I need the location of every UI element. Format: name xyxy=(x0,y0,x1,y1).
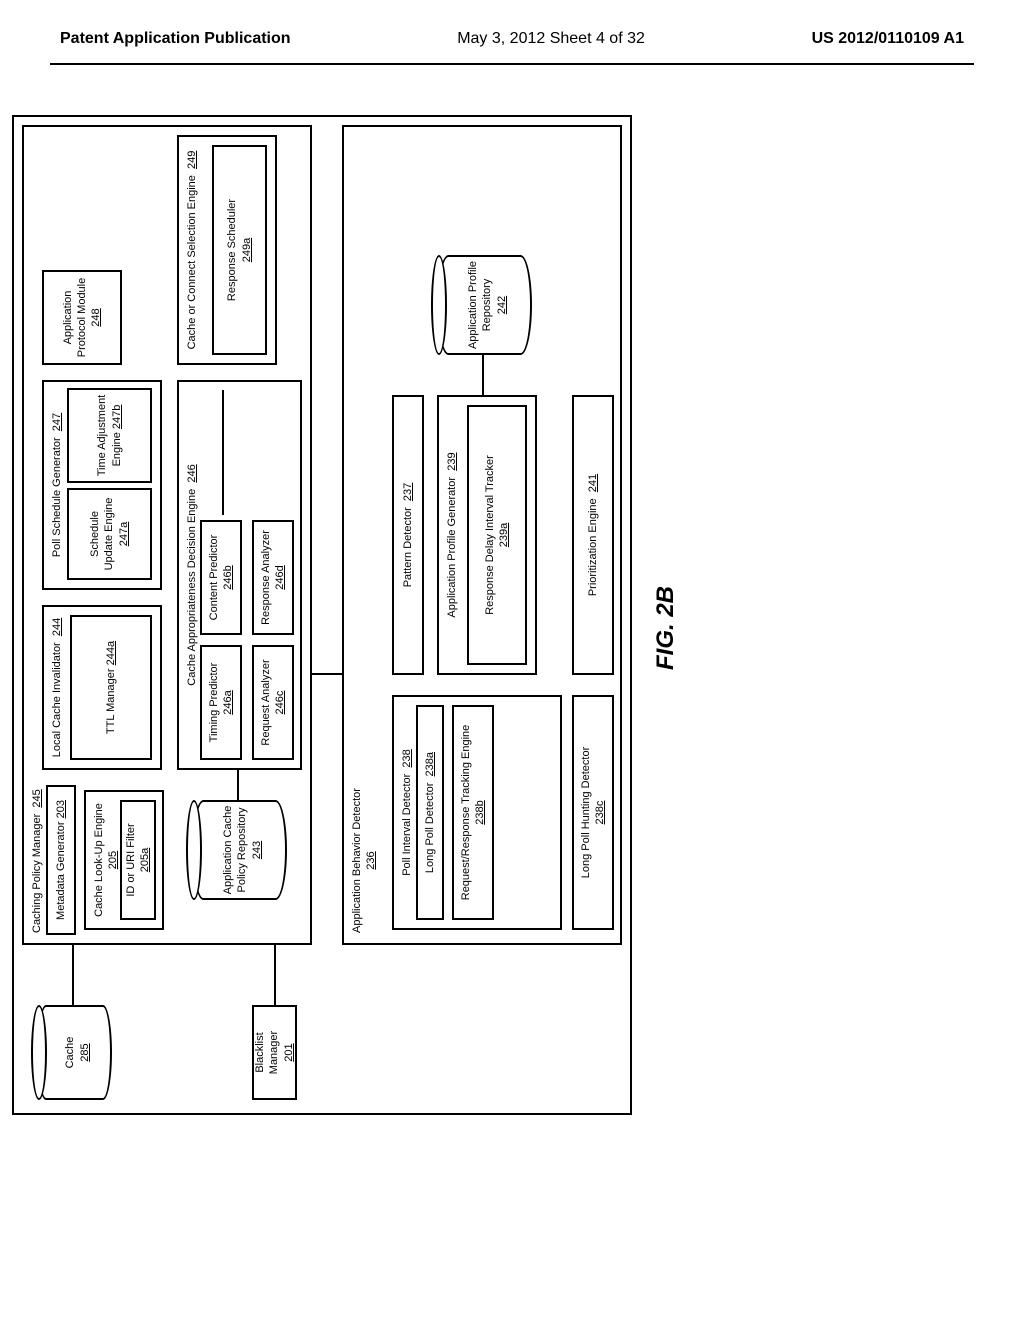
header-rule xyxy=(50,63,974,65)
blacklist-manager-label: Blacklist Manager201 xyxy=(253,1011,296,1094)
metadata-generator-label: Metadata Generator 203 xyxy=(54,800,68,920)
request-analyzer-label: Request Analyzer246c xyxy=(259,659,288,745)
prioritization-engine-box: Prioritization Engine 241 xyxy=(572,395,614,675)
header-right: US 2012/0110109 A1 xyxy=(812,30,964,48)
time-adjustment-label: Time Adjustment Engine 247b xyxy=(95,394,124,477)
caching-policy-manager-label: Caching Policy Manager 245 xyxy=(30,789,44,933)
response-analyzer-label: Response Analyzer246d xyxy=(259,530,288,625)
connector-cache xyxy=(72,945,74,1005)
id-uri-filter-box: ID or URI Filter205a xyxy=(120,800,156,920)
header-left: Patent Application Publication xyxy=(60,30,291,48)
ttl-manager-box: TTL Manager 244a xyxy=(70,615,152,760)
cache-connect-label: Cache or Connect Selection Engine 249 xyxy=(183,151,199,350)
connector-vert xyxy=(312,673,342,675)
app-cache-policy-repo-cylinder: Application Cache Policy Repository243 xyxy=(192,800,287,900)
application-protocol-module-box: Application Protocol Module248 xyxy=(42,270,122,365)
req-resp-tracking-label: Request/Response Tracking Engine238b xyxy=(459,725,488,901)
diagram: Caching Policy Manager 245 Cache285 Meta… xyxy=(12,215,1012,1115)
long-poll-detector-label: Long Poll Detector 238a xyxy=(423,752,437,873)
figure-label: FIG. 2B xyxy=(652,586,680,670)
poll-interval-detector-label: Poll Interval Detector 238 xyxy=(398,749,414,876)
timing-predictor-label: Timing Predictor246a xyxy=(207,663,236,743)
long-poll-detector-box: Long Poll Detector 238a xyxy=(416,705,444,920)
connector-246 xyxy=(222,390,224,515)
response-analyzer-box: Response Analyzer246d xyxy=(252,520,294,635)
content-predictor-label: Content Predictor246b xyxy=(207,535,236,621)
ttl-manager-label: TTL Manager 244a xyxy=(104,641,118,734)
connector-blacklist xyxy=(274,945,276,1005)
time-adjustment-engine-box: Time Adjustment Engine 247b xyxy=(67,388,152,483)
connector-242 xyxy=(482,355,484,395)
response-delay-tracker-box: Response Delay Interval Tracker239a xyxy=(467,405,527,665)
timing-predictor-box: Timing Predictor246a xyxy=(200,645,242,760)
page-header: Patent Application Publication May 3, 20… xyxy=(0,0,1024,58)
cache-appropriateness-label: Cache Appropriateness Decision Engine 24… xyxy=(183,464,199,685)
response-scheduler-label: Response Scheduler249a xyxy=(225,199,254,301)
pattern-detector-label: Pattern Detector 237 xyxy=(401,483,415,588)
blacklist-manager-box: Blacklist Manager201 xyxy=(252,1005,297,1100)
req-resp-tracking-box: Request/Response Tracking Engine238b xyxy=(452,705,494,920)
cache-cylinder: Cache285 xyxy=(37,1005,112,1100)
app-profile-repo-cylinder: Application Profile Repository242 xyxy=(437,255,532,355)
app-behavior-detector-label: Application Behavior Detector236 xyxy=(350,788,379,933)
local-cache-invalidator-label: Local Cache Invalidator 244 xyxy=(48,618,64,757)
response-delay-tracker-label: Response Delay Interval Tracker239a xyxy=(483,455,512,615)
long-poll-hunting-box: Long Poll Hunting Detector238c xyxy=(572,695,614,930)
response-scheduler-box: Response Scheduler249a xyxy=(212,145,267,355)
metadata-generator-box: Metadata Generator 203 xyxy=(46,785,76,935)
request-analyzer-box: Request Analyzer246c xyxy=(252,645,294,760)
id-uri-filter-label: ID or URI Filter205a xyxy=(124,823,153,896)
header-center: May 3, 2012 Sheet 4 of 32 xyxy=(457,30,645,48)
schedule-update-engine-box: Schedule Update Engine 247a xyxy=(67,488,152,580)
cache-lookup-label: Cache Look-Up Engine205 xyxy=(90,803,121,917)
long-poll-hunting-label: Long Poll Hunting Detector238c xyxy=(579,747,608,878)
content-predictor-box: Content Predictor246b xyxy=(200,520,242,635)
poll-schedule-generator-label: Poll Schedule Generator 247 xyxy=(48,413,64,557)
prioritization-engine-label: Prioritization Engine 241 xyxy=(586,474,600,596)
connector-243 xyxy=(237,770,239,800)
app-profile-generator-label: Application Profile Generator 239 xyxy=(443,452,459,617)
schedule-update-label: Schedule Update Engine 247a xyxy=(88,494,131,574)
pattern-detector-box: Pattern Detector 237 xyxy=(392,395,424,675)
app-protocol-label: Application Protocol Module248 xyxy=(61,276,104,359)
